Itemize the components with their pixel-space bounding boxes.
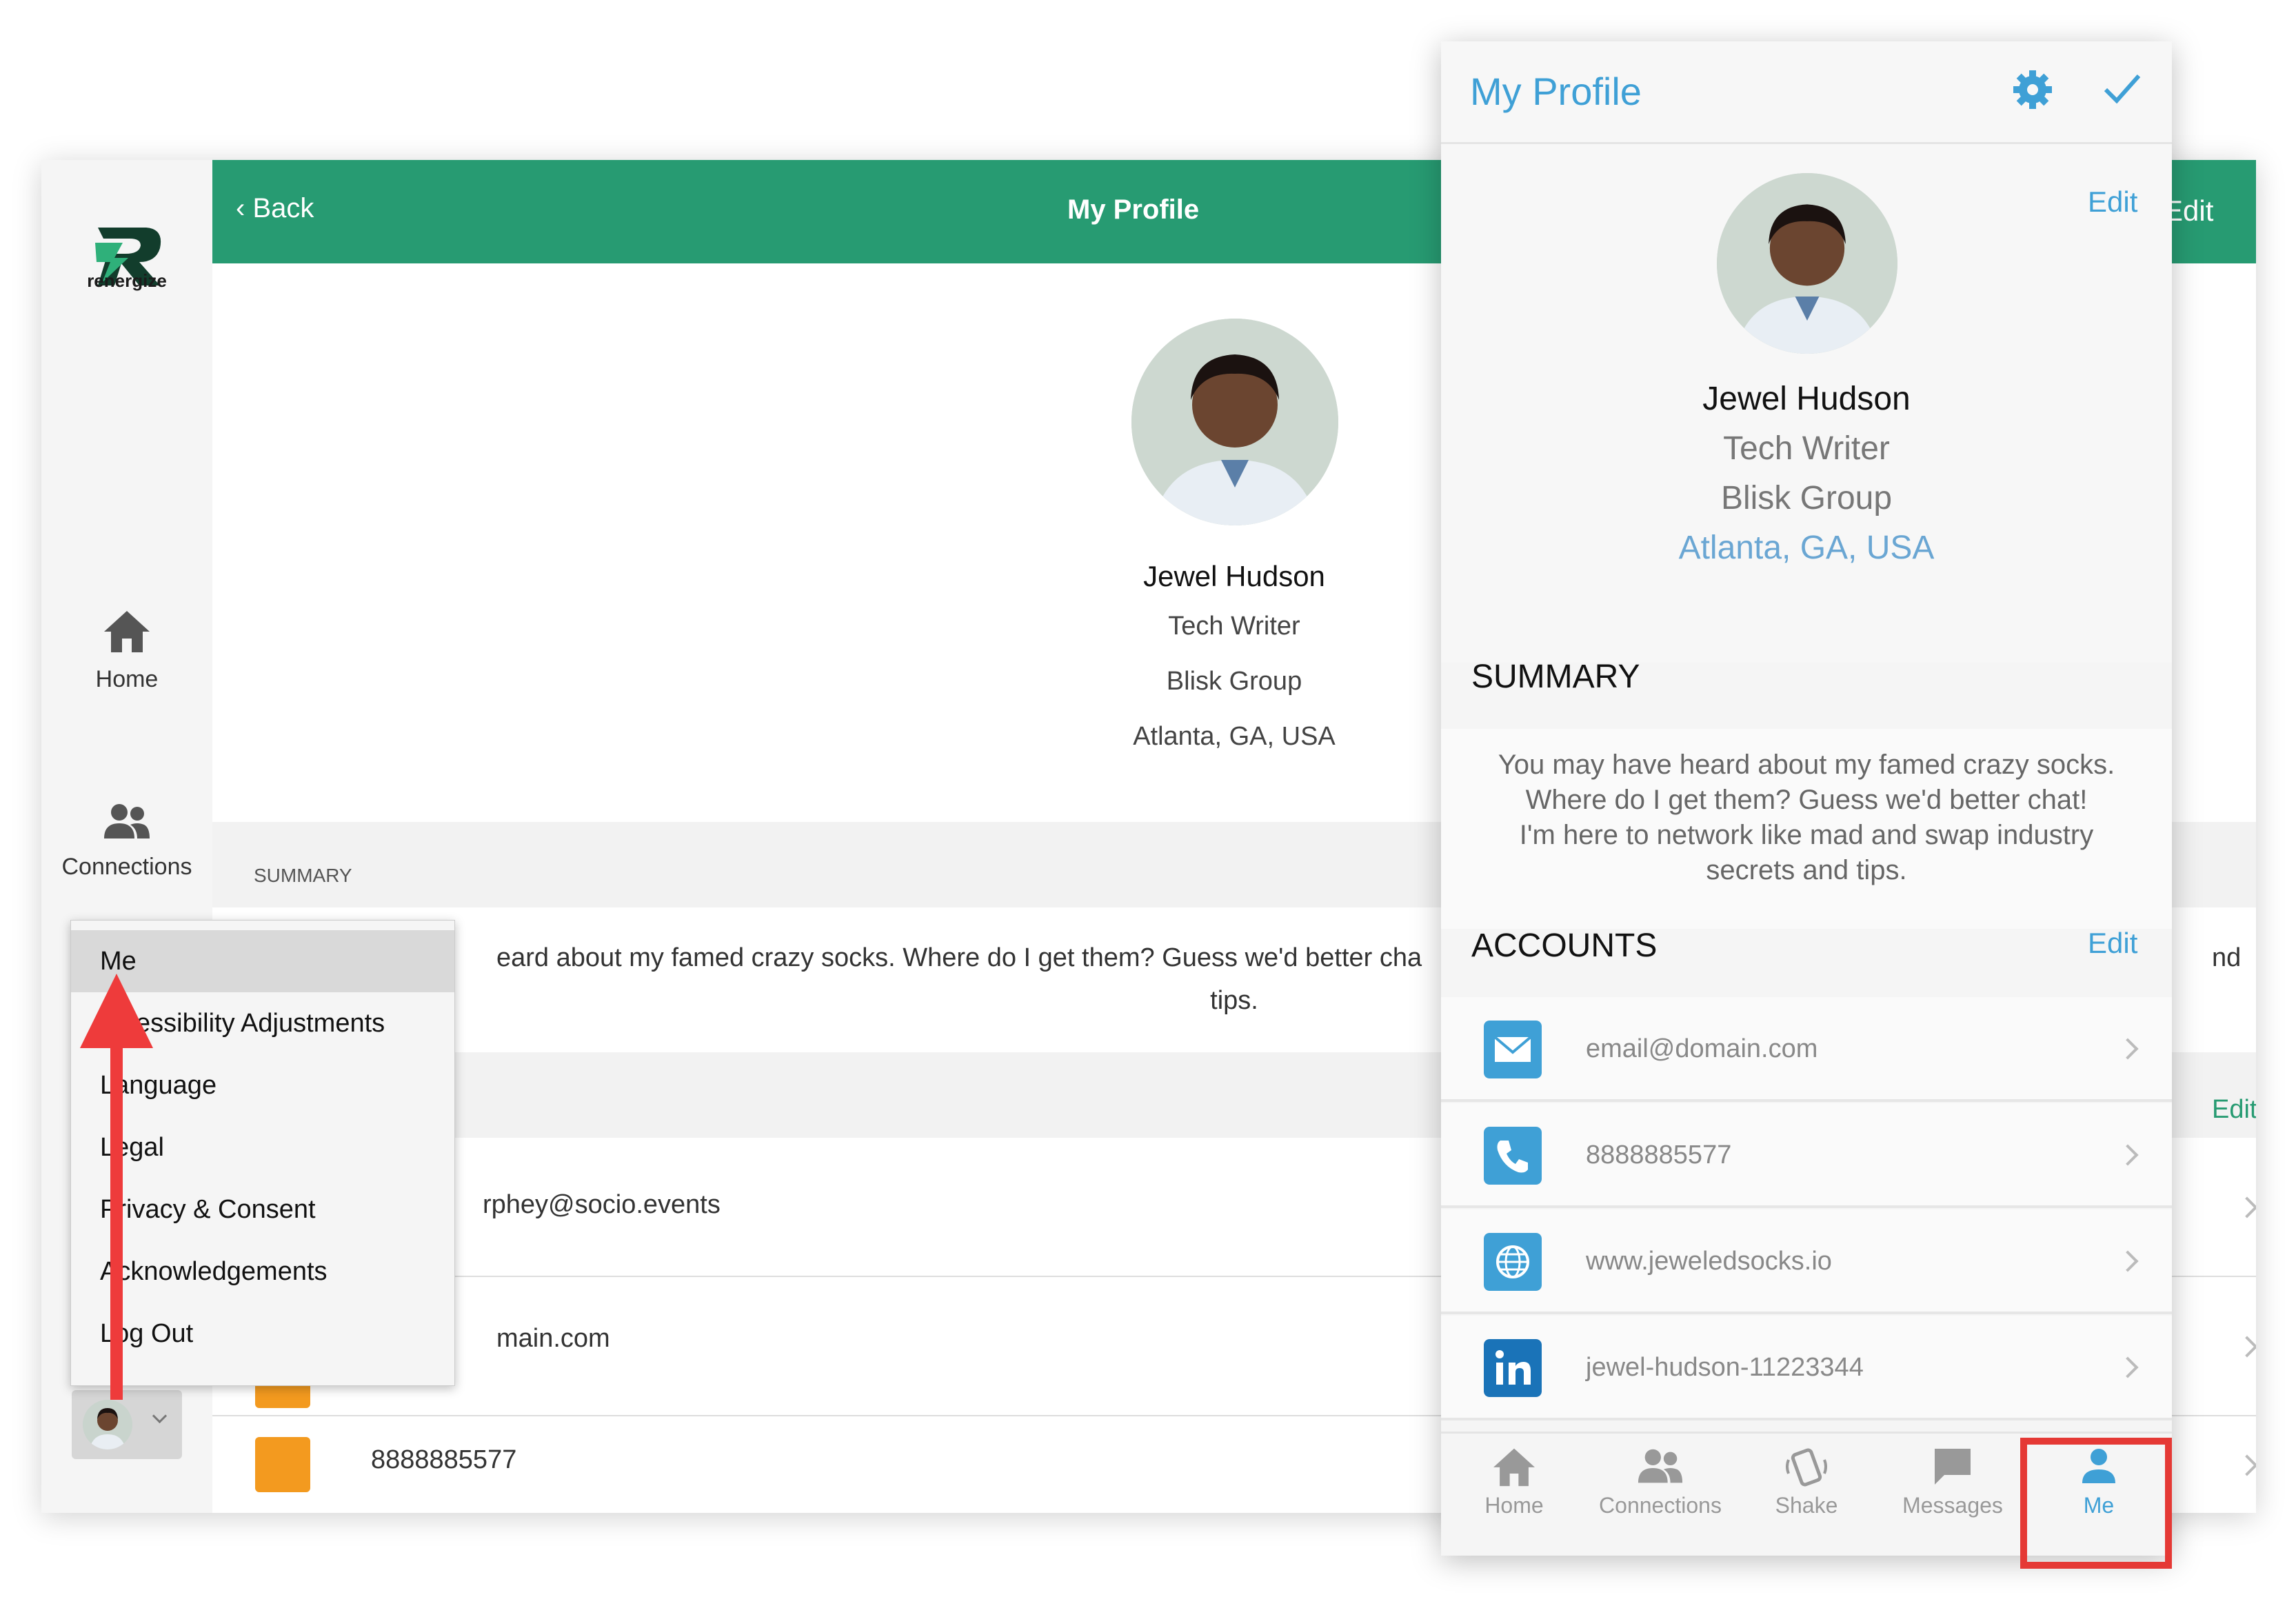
globe-icon <box>1484 1233 1542 1291</box>
chevron-right-icon <box>2117 1038 2139 1060</box>
tab-label: Messages <box>1902 1493 2003 1518</box>
messages-icon <box>1935 1449 1971 1485</box>
email-icon <box>1484 1021 1542 1078</box>
account-row-text: main.com <box>496 1324 610 1353</box>
mobile-edit-profile-button[interactable]: Edit <box>2088 185 2137 219</box>
mobile-profile-title: Tech Writer <box>1723 430 1890 467</box>
phone-icon <box>1484 1127 1542 1185</box>
connections-icon <box>1638 1449 1683 1483</box>
nav-home-label: Home <box>95 666 159 692</box>
account-value: 8888885577 <box>1586 1141 1732 1169</box>
connections-icon <box>104 804 150 838</box>
nav-connections[interactable]: Connections <box>41 803 212 881</box>
mobile-summary-text: You may have heard about my famed crazy … <box>1498 750 2115 885</box>
tab-label: Home <box>1484 1493 1544 1518</box>
home-icon <box>104 611 150 652</box>
account-value: jewel-hudson-11223344 <box>1586 1353 1864 1382</box>
chevron-right-icon <box>2117 1144 2139 1166</box>
summary-label: SUMMARY <box>254 865 352 886</box>
account-row-linkedin[interactable]: jewel-hudson-11223344 <box>1441 1316 2172 1420</box>
chevron-right-icon <box>2117 1250 2139 1272</box>
nav-home[interactable]: Home <box>41 608 212 693</box>
gear-icon[interactable] <box>2012 69 2053 110</box>
page-title: My Profile <box>1067 194 1200 225</box>
highlight-box <box>2020 1438 2172 1569</box>
back-label: Back <box>252 193 314 223</box>
tab-home[interactable]: Home <box>1445 1446 1583 1518</box>
account-row-text: 8888885577 <box>371 1445 517 1474</box>
tab-messages[interactable]: Messages <box>1884 1446 2022 1518</box>
mobile-app-window: My Profile Edit Jewel Hudson Tech Writer… <box>1441 41 2172 1556</box>
back-button[interactable]: ‹ Back <box>236 193 314 224</box>
nav-connections-label: Connections <box>61 854 192 880</box>
accounts-edit-button[interactable]: Edit <box>2212 1095 2256 1125</box>
chevron-right-icon <box>2236 1336 2256 1358</box>
chevron-left-icon: ‹ <box>236 193 245 223</box>
mobile-header: My Profile <box>1441 41 2172 144</box>
account-value: www.jeweledsocks.io <box>1586 1247 1832 1276</box>
chevron-right-icon <box>2236 1454 2256 1476</box>
mobile-page-title: My Profile <box>1470 70 1642 113</box>
chevron-right-icon <box>2236 1196 2256 1218</box>
account-value: email@domain.com <box>1586 1034 1818 1063</box>
home-icon <box>1493 1448 1535 1487</box>
chevron-right-icon <box>2117 1356 2139 1378</box>
mobile-profile-location: Atlanta, GA, USA <box>1678 530 1935 566</box>
mobile-profile-name: Jewel Hudson <box>1702 381 1911 417</box>
account-row-email[interactable]: email@domain.com <box>1441 997 2172 1102</box>
summary-text-fragment: nd <box>2212 943 2242 972</box>
shake-icon <box>1786 1448 1827 1487</box>
profile-photo <box>1131 319 1338 525</box>
account-row-text: rphey@socio.events <box>483 1190 721 1219</box>
logo-text: renergize <box>87 270 167 291</box>
tab-label: Shake <box>1775 1493 1838 1518</box>
mobile-summary-label: SUMMARY <box>1471 659 1640 695</box>
tab-connections[interactable]: Connections <box>1591 1446 1729 1518</box>
account-row-phone[interactable]: 8888885577 <box>1441 1103 2172 1208</box>
account-row-website[interactable]: www.jeweledsocks.io <box>1441 1209 2172 1314</box>
tab-label: Connections <box>1599 1493 1722 1518</box>
mobile-profile-header: Edit Jewel Hudson Tech Writer Blisk Grou… <box>1441 144 2172 695</box>
mobile-profile-photo <box>1717 173 1897 354</box>
avatar <box>83 1400 132 1449</box>
phone-icon <box>255 1437 310 1492</box>
red-arrow-annotation <box>80 974 153 1400</box>
summary-text: eard about my famed crazy socks. Where d… <box>496 943 1422 972</box>
checkmark-icon[interactable] <box>2103 72 2142 106</box>
linkedin-icon <box>1484 1339 1542 1397</box>
mobile-profile-company: Blisk Group <box>1720 480 1893 516</box>
tab-shake[interactable]: Shake <box>1738 1446 1875 1518</box>
chevron-down-icon <box>152 1408 168 1424</box>
mobile-accounts-edit-button[interactable]: Edit <box>2088 927 2137 960</box>
mobile-accounts-label: ACCOUNTS <box>1471 927 1658 964</box>
